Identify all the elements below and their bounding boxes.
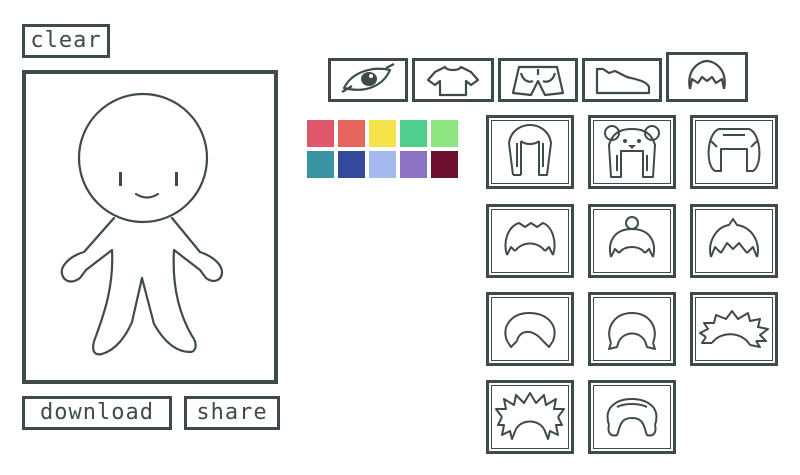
hair-bowl-icon	[608, 312, 656, 350]
swatch-color-8[interactable]	[369, 151, 396, 178]
swatch-color-1[interactable]	[307, 120, 334, 147]
hair-tufted-icon	[709, 218, 759, 258]
tab-tops[interactable]	[412, 58, 494, 102]
hair-option-side-part[interactable]	[486, 292, 574, 366]
share-button[interactable]: share	[184, 396, 280, 430]
hair-option-wild-spiky[interactable]	[486, 380, 574, 454]
character-mouth	[134, 192, 160, 199]
shorts-icon	[511, 65, 565, 97]
hair-bob-icon	[707, 128, 761, 172]
hair-messy-icon	[699, 310, 769, 348]
hair-wild-spiky-icon	[495, 392, 565, 440]
hair-option-messy[interactable]	[690, 292, 778, 366]
character-eye-right	[175, 172, 178, 186]
character-canvas	[22, 70, 278, 384]
hair-short-spiky-icon	[504, 222, 556, 256]
hair-bun-icon	[609, 216, 655, 258]
tab-shoes[interactable]	[582, 58, 662, 102]
swatch-color-9[interactable]	[400, 151, 427, 178]
hair-option-straight[interactable]	[486, 115, 574, 189]
hair-option-bowl[interactable]	[588, 292, 676, 366]
tab-eyes[interactable]	[328, 58, 408, 102]
hair-option-tufted[interactable]	[690, 204, 778, 278]
hair-bear-hood-icon	[604, 125, 660, 178]
hair-option-bob[interactable]	[690, 115, 778, 189]
swatch-color-3[interactable]	[369, 120, 396, 147]
hair-option-short-spiky[interactable]	[486, 204, 574, 278]
tab-bottoms[interactable]	[498, 58, 578, 102]
character-figure	[60, 92, 224, 356]
character-eye-left	[119, 172, 122, 186]
swatch-color-6[interactable]	[307, 151, 334, 178]
swatch-color-4[interactable]	[400, 120, 427, 147]
swatch-color-2[interactable]	[338, 120, 365, 147]
hair-icon	[688, 59, 726, 90]
swatch-color-5[interactable]	[431, 120, 458, 147]
character-head	[77, 92, 209, 224]
swatch-color-10[interactable]	[431, 151, 458, 178]
shirt-icon	[426, 65, 480, 97]
hair-fluffy-icon	[606, 398, 658, 437]
swatch-color-7[interactable]	[338, 151, 365, 178]
clear-button[interactable]: clear	[22, 24, 110, 58]
shoe-icon	[595, 67, 651, 95]
download-button[interactable]: download	[22, 396, 172, 430]
hair-option-bun[interactable]	[588, 204, 676, 278]
hair-side-part-icon	[504, 312, 556, 348]
character-body	[60, 216, 224, 356]
hair-option-fluffy[interactable]	[588, 380, 676, 454]
hair-option-bear-hood[interactable]	[588, 115, 676, 189]
tab-hair[interactable]	[666, 52, 748, 102]
eye-icon	[341, 63, 395, 93]
hair-straight-icon	[508, 124, 552, 176]
